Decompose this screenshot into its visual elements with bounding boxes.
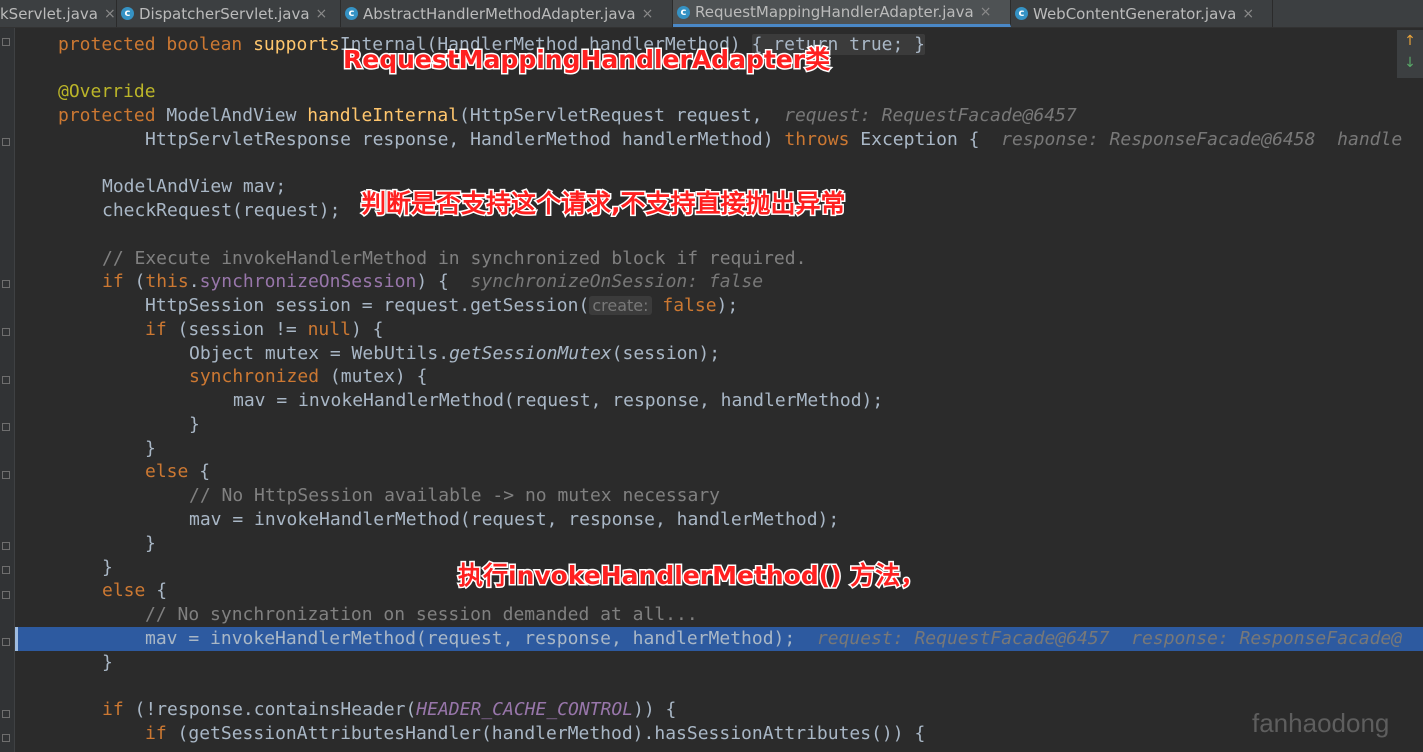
code-line-close-brace: } xyxy=(145,533,156,554)
debug-hint: synchronizeOnSession: false xyxy=(470,271,764,292)
diff-navigation: ↑ ↓ xyxy=(1397,30,1423,78)
close-icon[interactable]: × xyxy=(1242,6,1254,22)
code-line-invoke-1: mav = invokeHandlerMethod(request, respo… xyxy=(233,390,884,411)
class-icon: c xyxy=(677,5,690,19)
code-line-invoke-current: mav = invokeHandlerMethod(request, respo… xyxy=(145,628,1403,649)
fold-marker-icon[interactable] xyxy=(2,542,10,550)
close-icon[interactable]: × xyxy=(104,6,116,22)
class-icon: c xyxy=(121,7,134,20)
fold-marker-icon[interactable] xyxy=(2,138,10,146)
fold-marker-icon[interactable] xyxy=(2,423,10,431)
debug-hint: request: RequestFacade@6457 xyxy=(784,105,1077,126)
fold-marker-icon[interactable] xyxy=(2,638,10,646)
code-line-synchronized: synchronized (mutex) { xyxy=(189,366,428,387)
code-line-close-brace: } xyxy=(102,557,113,578)
debug-hint: handle xyxy=(1337,129,1403,150)
fold-marker-icon[interactable] xyxy=(2,734,10,742)
fold-marker-icon[interactable] xyxy=(2,591,10,599)
code-line-if-attrs: if (getSessionAttributesHandler(handlerM… xyxy=(145,723,926,744)
tab-label: AbstractHandlerMethodAdapter.java xyxy=(363,4,636,23)
fold-marker-icon[interactable] xyxy=(2,710,10,718)
fold-marker-icon[interactable] xyxy=(2,38,10,46)
code-line-check-request: checkRequest(request); xyxy=(102,200,341,221)
tab-label: DispatcherServlet.java xyxy=(139,4,310,23)
fold-marker-icon[interactable] xyxy=(2,328,10,336)
arrow-down-icon[interactable]: ↓ xyxy=(1397,52,1423,74)
fold-marker-icon[interactable] xyxy=(2,280,10,288)
close-icon[interactable]: × xyxy=(642,6,654,22)
code-line-session: HttpSession session = request.getSession… xyxy=(145,295,739,316)
annotation-check-note: 判断是否支持这个请求,不支持直接抛出异常 xyxy=(360,188,847,220)
annotation-class-note: RequestMappingHandlerAdapter类 xyxy=(341,44,831,76)
code-comment: // Execute invokeHandlerMethod in synchr… xyxy=(102,248,807,269)
code-line-override: @Override xyxy=(58,81,156,102)
tab-kservlet[interactable]: kServlet.java × xyxy=(0,0,117,27)
code-line-signature-2: HttpServletResponse response, HandlerMet… xyxy=(145,129,1403,150)
tab-label: RequestMappingHandlerAdapter.java xyxy=(695,3,974,21)
code-editor[interactable]: protected boolean supportsInternal(Handl… xyxy=(15,28,1423,752)
code-line-else-2: else { xyxy=(102,580,168,601)
debug-hint: response: ResponseFacade@6458 xyxy=(1001,129,1316,150)
code-line-close-brace: } xyxy=(102,652,113,673)
code-line-invoke-2: mav = invokeHandlerMethod(request, respo… xyxy=(189,509,840,530)
code-line-signature-1: protected ModelAndView handleInternal(Ht… xyxy=(58,105,1077,126)
code-comment: // No HttpSession available -> no mutex … xyxy=(189,485,721,506)
tab-webcontentgenerator[interactable]: c WebContentGenerator.java × xyxy=(1011,0,1273,27)
code-line-close-brace: } xyxy=(145,438,156,459)
caret-marker xyxy=(15,627,18,651)
fold-marker-icon[interactable] xyxy=(2,566,10,574)
fold-marker-icon[interactable] xyxy=(2,376,10,384)
watermark: fanhaodong xyxy=(1252,708,1390,738)
code-line-else-1: else { xyxy=(145,461,211,482)
tab-requestmappinghandleradapter[interactable]: c RequestMappingHandlerAdapter.java × xyxy=(673,0,1011,27)
parameter-hint: create: xyxy=(589,296,652,315)
annotation-invoke-note: 执行invokeHandlerMethod() 方法， xyxy=(456,560,926,592)
fold-marker-icon[interactable] xyxy=(2,471,10,479)
code-line-close-brace: } xyxy=(189,414,200,435)
class-icon: c xyxy=(1015,7,1028,20)
tab-label: WebContentGenerator.java xyxy=(1033,4,1237,23)
code-line-mav-decl: ModelAndView mav; xyxy=(102,176,287,197)
close-icon[interactable]: × xyxy=(980,4,992,20)
code-line-if-session: if (session != null) { xyxy=(145,319,384,340)
code-line-mutex: Object mutex = WebUtils.getSessionMutex(… xyxy=(189,343,721,364)
arrow-up-icon[interactable]: ↑ xyxy=(1397,30,1423,52)
tab-label: kServlet.java xyxy=(0,4,98,23)
editor-tab-bar: kServlet.java × c DispatcherServlet.java… xyxy=(0,0,1423,28)
code-line-if-header: if (!response.containsHeader(HEADER_CACH… xyxy=(102,699,677,720)
close-icon[interactable]: × xyxy=(316,6,328,22)
class-icon: c xyxy=(345,7,358,20)
tab-dispatcherservlet[interactable]: c DispatcherServlet.java × xyxy=(117,0,341,27)
code-comment: // No synchronization on session demande… xyxy=(145,604,698,625)
code-line-if-sync: if (this.synchronizeOnSession) { synchro… xyxy=(102,271,764,292)
editor-gutter xyxy=(0,28,15,752)
tab-abstracthandlermethodadapter[interactable]: c AbstractHandlerMethodAdapter.java × xyxy=(341,0,673,27)
debug-hint: request: RequestFacade@6457 response: Re… xyxy=(816,628,1403,649)
